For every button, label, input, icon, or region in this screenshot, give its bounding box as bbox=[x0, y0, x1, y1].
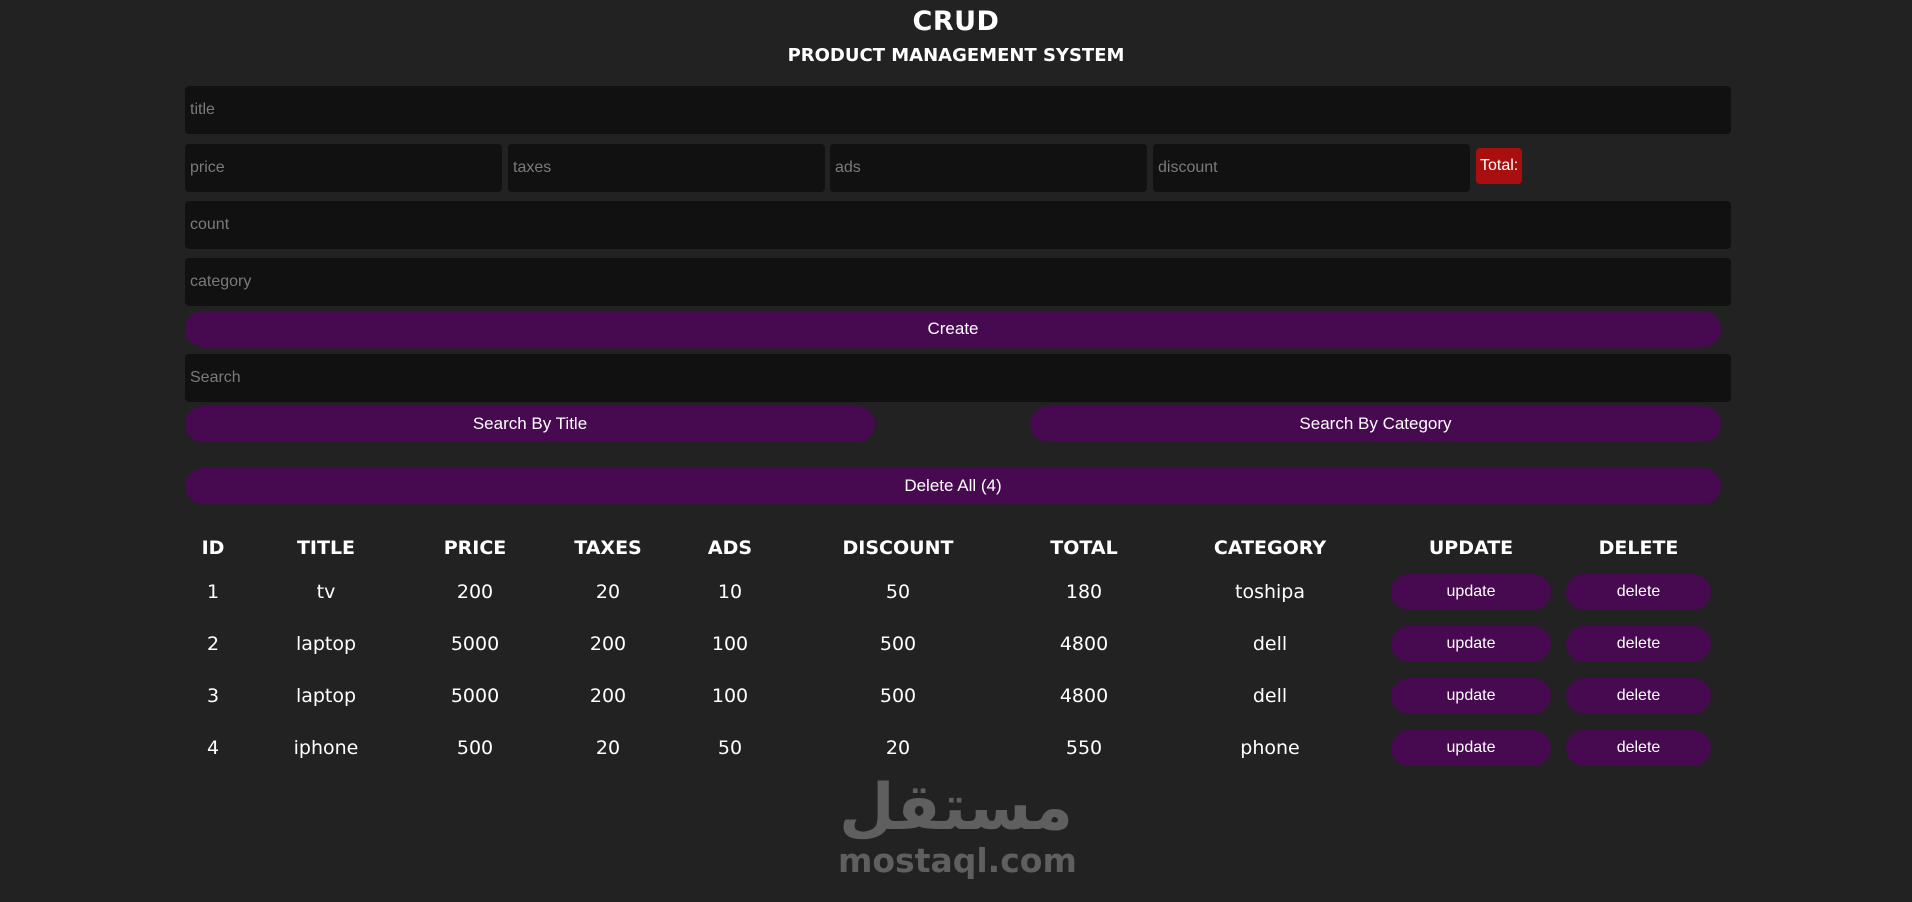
search-by-title-button[interactable]: Search By Title bbox=[185, 406, 875, 442]
cell-id: 4 bbox=[206, 737, 220, 759]
mostaql-watermark: مستقل mostaql.com bbox=[838, 771, 1077, 885]
cell-ads: 50 bbox=[717, 737, 743, 759]
header-taxes: TAXES bbox=[574, 537, 642, 559]
header-title: TITLE bbox=[296, 537, 356, 559]
search-by-category-button[interactable]: Search By Category bbox=[1030, 406, 1721, 442]
ads-input[interactable] bbox=[830, 144, 1147, 192]
table-row: 1 tv 200 20 10 50 180 toshipa update del… bbox=[185, 566, 1720, 618]
header-ads: ADS bbox=[707, 537, 753, 559]
total-badge: Total: bbox=[1476, 148, 1523, 184]
discount-input[interactable] bbox=[1153, 144, 1470, 192]
cell-title: tv bbox=[316, 581, 336, 603]
app-root: CRUD PRODUCT MANAGEMENT SYSTEM Total: Cr… bbox=[0, 0, 1912, 902]
cell-taxes: 20 bbox=[595, 581, 621, 603]
price-input[interactable] bbox=[185, 144, 502, 192]
header-delete: DELETE bbox=[1598, 537, 1679, 559]
cell-taxes: 20 bbox=[595, 737, 621, 759]
cell-price: 5000 bbox=[450, 685, 500, 707]
cell-discount: 500 bbox=[879, 633, 917, 655]
cell-total: 550 bbox=[1065, 737, 1103, 759]
cell-delete: delete bbox=[1557, 618, 1720, 670]
page-subtitle: PRODUCT MANAGEMENT SYSTEM bbox=[787, 45, 1125, 66]
cell-title: laptop bbox=[295, 685, 357, 707]
cell-update: update bbox=[1385, 618, 1557, 670]
table-row: 4 iphone 500 20 50 20 550 phone update d… bbox=[185, 722, 1720, 774]
header-update: UPDATE bbox=[1428, 537, 1514, 559]
cell-discount: 50 bbox=[885, 581, 911, 603]
delete-button[interactable]: delete bbox=[1566, 574, 1711, 610]
cell-taxes: 200 bbox=[589, 633, 627, 655]
cell-total: 4800 bbox=[1059, 685, 1109, 707]
cell-category: dell bbox=[1252, 685, 1288, 707]
cell-delete: delete bbox=[1557, 566, 1720, 618]
update-button[interactable]: update bbox=[1391, 730, 1551, 766]
update-button[interactable]: update bbox=[1391, 574, 1551, 610]
cell-total: 180 bbox=[1065, 581, 1103, 603]
update-button[interactable]: update bbox=[1391, 626, 1551, 662]
category-input[interactable] bbox=[185, 258, 1731, 306]
products-table: ID TITLE PRICE TAXES ADS DISCOUNT TOTAL … bbox=[185, 530, 1720, 774]
watermark-arabic-text: مستقل bbox=[838, 771, 1074, 845]
cell-title: iphone bbox=[293, 737, 359, 759]
cell-category: dell bbox=[1252, 633, 1288, 655]
search-input[interactable] bbox=[185, 354, 1731, 402]
cell-price: 5000 bbox=[450, 633, 500, 655]
cell-taxes: 200 bbox=[589, 685, 627, 707]
table-head: ID TITLE PRICE TAXES ADS DISCOUNT TOTAL … bbox=[185, 530, 1720, 566]
cell-delete: delete bbox=[1557, 670, 1720, 722]
delete-all-button[interactable]: Delete All (4) bbox=[185, 468, 1721, 504]
watermark-latin-text: mostaql.com bbox=[838, 841, 1077, 880]
delete-button[interactable]: delete bbox=[1566, 626, 1711, 662]
cell-ads: 100 bbox=[711, 685, 749, 707]
cell-id: 2 bbox=[206, 633, 220, 655]
delete-button[interactable]: delete bbox=[1566, 730, 1711, 766]
cell-delete: delete bbox=[1557, 722, 1720, 774]
header-category: CATEGORY bbox=[1213, 537, 1327, 559]
header-price: PRICE bbox=[443, 537, 507, 559]
cell-ads: 10 bbox=[717, 581, 743, 603]
table-row: 3 laptop 5000 200 100 500 4800 dell upda… bbox=[185, 670, 1720, 722]
header-row: ID TITLE PRICE TAXES ADS DISCOUNT TOTAL … bbox=[185, 530, 1720, 566]
delete-button[interactable]: delete bbox=[1566, 678, 1711, 714]
cell-price: 200 bbox=[456, 581, 494, 603]
cell-update: update bbox=[1385, 670, 1557, 722]
table-body: 1 tv 200 20 10 50 180 toshipa update del… bbox=[185, 566, 1720, 774]
header-discount: DISCOUNT bbox=[842, 537, 954, 559]
taxes-input[interactable] bbox=[508, 144, 825, 192]
table-row: 2 laptop 5000 200 100 500 4800 dell upda… bbox=[185, 618, 1720, 670]
cell-discount: 500 bbox=[879, 685, 917, 707]
create-button[interactable]: Create bbox=[185, 311, 1721, 347]
cell-update: update bbox=[1385, 722, 1557, 774]
cell-id: 3 bbox=[206, 685, 220, 707]
cell-title: laptop bbox=[295, 633, 357, 655]
page-title: CRUD bbox=[912, 6, 1000, 37]
count-input[interactable] bbox=[185, 201, 1731, 249]
cell-ads: 100 bbox=[711, 633, 749, 655]
cell-price: 500 bbox=[456, 737, 494, 759]
cell-category: phone bbox=[1240, 737, 1300, 759]
cell-update: update bbox=[1385, 566, 1557, 618]
update-button[interactable]: update bbox=[1391, 678, 1551, 714]
cell-id: 1 bbox=[206, 581, 220, 603]
header-total: TOTAL bbox=[1050, 537, 1118, 559]
cell-total: 4800 bbox=[1059, 633, 1109, 655]
cell-category: toshipa bbox=[1235, 581, 1305, 603]
header-id: ID bbox=[201, 537, 225, 559]
title-input[interactable] bbox=[185, 86, 1731, 134]
cell-discount: 20 bbox=[885, 737, 911, 759]
